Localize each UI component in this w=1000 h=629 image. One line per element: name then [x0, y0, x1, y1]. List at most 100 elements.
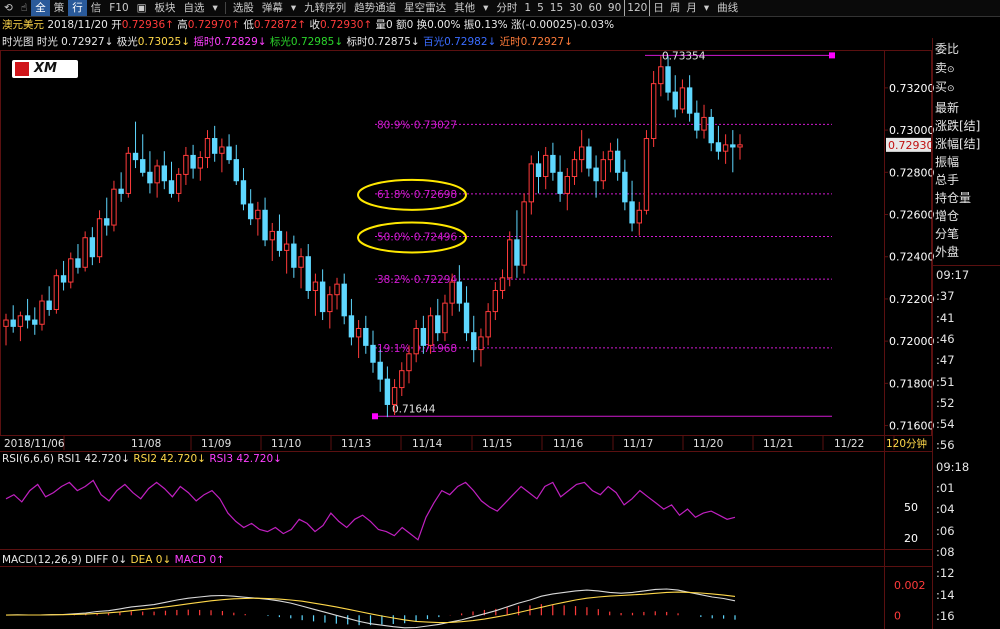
- rsi2-name: RSI2: [133, 453, 158, 465]
- candle-body: [247, 203, 254, 220]
- candle-body: [211, 138, 218, 154]
- tick-time: :47: [936, 353, 955, 368]
- panel-item-ticks[interactable]: 分笔: [935, 225, 959, 242]
- panel-item-buy[interactable]: 买⊙: [935, 78, 955, 95]
- fib-level-label: 80.9% 0.73027: [377, 119, 457, 131]
- candle-body: [24, 315, 31, 321]
- candle-body: [650, 83, 657, 140]
- candle-body: [147, 171, 153, 184]
- rsi-layer: 50 20: [5, 479, 918, 545]
- panel-item-total-volume[interactable]: 总手: [935, 171, 959, 188]
- panel-item-sell[interactable]: 卖⊙: [935, 59, 955, 76]
- candle-body: [686, 87, 693, 114]
- candle-body: [363, 327, 369, 346]
- price-y-axis: 0.73200 0.73000 0.72800 0.72600 0.72400 0.722…: [884, 82, 935, 433]
- candle-body: [233, 159, 239, 182]
- tick-time: :14: [936, 587, 955, 602]
- panel-item-outer[interactable]: 外盘: [935, 243, 959, 260]
- macd-layer: 0.002 0: [5, 579, 926, 629]
- candle-body: [586, 146, 592, 169]
- x-tick-label: 11/08: [131, 438, 161, 450]
- panel-item-change[interactable]: 涨跌[结]: [935, 117, 980, 134]
- candle-body: [485, 311, 491, 338]
- candle-body: [442, 302, 448, 334]
- candle-body: [291, 243, 297, 268]
- candle-body: [262, 209, 268, 241]
- tick-time: :08: [936, 544, 955, 559]
- candle-body: [75, 258, 81, 268]
- price-y-tick-label: 0.72200: [889, 293, 935, 306]
- period-x-label: 120分钟: [886, 437, 927, 450]
- candle-body: [413, 327, 419, 355]
- candle-body: [730, 144, 736, 148]
- candle-body: [427, 315, 434, 346]
- tick-time: :12: [936, 566, 955, 581]
- price-y-tick-label: 0.72600: [889, 209, 935, 222]
- panel-item-commission-ratio[interactable]: 委比: [935, 40, 959, 57]
- rsi2-value: 42.720: [160, 453, 198, 465]
- last-price-label: 0.72930: [888, 139, 934, 152]
- macd-y-tick-label: 0.002: [894, 579, 926, 592]
- price-y-tick-label: 0.72800: [889, 166, 935, 179]
- x-tick-label: 11/16: [553, 438, 584, 450]
- candle-body: [607, 150, 614, 161]
- candle-body: [219, 146, 225, 154]
- candle-body: [722, 144, 729, 152]
- candle-body: [672, 91, 678, 110]
- candle-body: [708, 116, 714, 144]
- rsi-title: RSI(6,6,6): [2, 453, 54, 465]
- candle-body: [125, 152, 132, 194]
- panel-item-change-pct[interactable]: 涨幅[结]: [935, 135, 980, 152]
- candle-body: [17, 315, 24, 327]
- x-tick-label: 11/17: [623, 438, 653, 450]
- candle-body: [622, 171, 628, 203]
- candle-body: [543, 154, 549, 178]
- x-tick-label: 2018/11/06: [4, 438, 65, 450]
- tick-time: :52: [936, 395, 955, 410]
- x-tick-label: 11/14: [412, 438, 443, 450]
- x-tick-label: 11/10: [271, 438, 301, 450]
- rsi-y-tick-label: 50: [904, 501, 918, 514]
- panel-item-amplitude[interactable]: 振幅: [935, 153, 959, 170]
- divider: [933, 265, 1000, 266]
- rsi-series-line: [5, 479, 736, 541]
- candle-body: [255, 209, 261, 220]
- candle-body: [614, 150, 621, 173]
- candle-body: [32, 319, 38, 325]
- tick-time: :37: [936, 289, 955, 304]
- candle-body: [39, 300, 45, 325]
- panel-item-open-interest[interactable]: 持仓量: [935, 189, 971, 206]
- candle-body: [463, 302, 470, 334]
- tick-time: :54: [936, 417, 955, 432]
- candle-body: [341, 283, 347, 317]
- candle-body: [190, 154, 196, 169]
- swing-high-marker: [829, 52, 835, 59]
- candle-body: [629, 201, 635, 224]
- x-tick-label: 11/13: [341, 438, 371, 450]
- candle-body: [377, 361, 383, 380]
- candle-body: [391, 387, 398, 405]
- candle-body: [643, 138, 650, 211]
- candle-body: [312, 281, 319, 291]
- candle-body: [514, 239, 520, 266]
- candle-body: [535, 163, 542, 178]
- fib-level-label: 50.0% 0.72496: [377, 231, 457, 243]
- candle-body: [104, 218, 110, 226]
- tick-time: :56: [936, 438, 955, 453]
- candle-body: [550, 154, 556, 173]
- tick-time: :51: [936, 374, 955, 389]
- candle-body: [399, 370, 405, 389]
- candle-body: [499, 277, 506, 291]
- candle-body: [406, 353, 412, 372]
- panel-item-oi-change[interactable]: 增仓: [935, 207, 959, 224]
- candle-body: [471, 332, 477, 351]
- fib-level-label: 61.8% 0.72698: [377, 189, 457, 201]
- candle-body: [89, 237, 96, 258]
- candle-body: [665, 66, 671, 93]
- panel-item-latest[interactable]: 最新: [935, 99, 959, 116]
- candle-body: [694, 112, 700, 131]
- candle-body: [3, 319, 9, 327]
- candle-body: [492, 289, 499, 313]
- tick-time: :04: [936, 502, 955, 517]
- candle-body: [327, 294, 333, 313]
